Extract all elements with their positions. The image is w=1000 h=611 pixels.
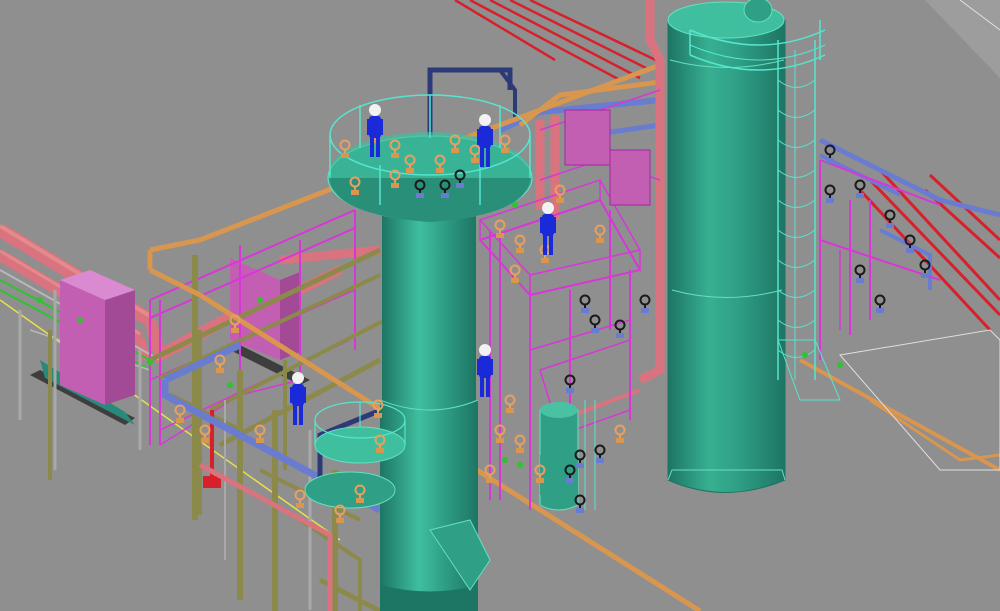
green-fitting xyxy=(802,352,808,358)
green-fitting xyxy=(227,382,233,388)
lower-ring-2 xyxy=(304,471,396,509)
green-fitting xyxy=(77,317,83,323)
column-upper-body xyxy=(382,200,476,400)
green-fitting xyxy=(147,359,153,365)
vessel-body xyxy=(540,455,578,495)
drum-head xyxy=(540,402,578,418)
red-drain-box xyxy=(203,476,221,488)
green-fitting xyxy=(502,457,508,463)
pink-equipment-side xyxy=(105,290,135,405)
green-fitting xyxy=(837,362,843,368)
green-fitting xyxy=(512,202,518,208)
green-fitting xyxy=(517,462,523,468)
pink-panel xyxy=(564,109,611,166)
tower-nozzle xyxy=(743,0,773,23)
pink-equipment-box xyxy=(60,280,105,405)
pink-panel xyxy=(609,149,651,206)
green-fitting xyxy=(257,297,263,303)
3d-plant-viewport[interactable] xyxy=(0,0,1000,611)
green-fitting xyxy=(37,297,43,303)
small-vessel xyxy=(540,455,578,495)
tower-body xyxy=(667,19,786,493)
process-plant-scene[interactable] xyxy=(0,0,1000,611)
